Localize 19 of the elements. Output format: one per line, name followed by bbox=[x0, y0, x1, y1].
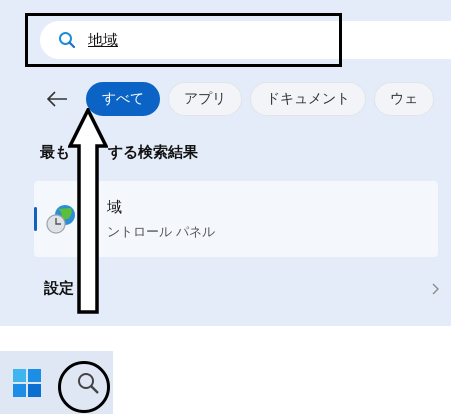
search-field[interactable]: 地域 bbox=[40, 21, 451, 59]
settings-label: 設定 bbox=[44, 279, 74, 298]
highlight-circle bbox=[58, 361, 110, 413]
settings-section[interactable]: 設定 bbox=[34, 279, 440, 298]
filter-tab[interactable]: ドキュメント bbox=[250, 82, 366, 116]
section-heading: する検索結果 bbox=[108, 143, 198, 162]
back-arrow-icon[interactable] bbox=[46, 91, 68, 107]
chevron-right-icon bbox=[432, 282, 440, 294]
windows-logo-icon[interactable] bbox=[12, 368, 42, 398]
search-icon[interactable] bbox=[76, 370, 100, 394]
search-query: 地域 bbox=[88, 30, 118, 50]
result-title: 域 bbox=[107, 198, 123, 216]
filter-tab[interactable]: すべて bbox=[86, 82, 160, 116]
filter-tab[interactable]: ウェ bbox=[374, 82, 434, 116]
result-subtitle: ントロール パネル bbox=[107, 224, 216, 240]
filter-tab[interactable]: アプリ bbox=[168, 82, 242, 116]
section-heading: 最も bbox=[40, 143, 70, 162]
result-card[interactable]: 域 ントロール パネル bbox=[34, 181, 438, 257]
search-icon bbox=[58, 31, 76, 49]
